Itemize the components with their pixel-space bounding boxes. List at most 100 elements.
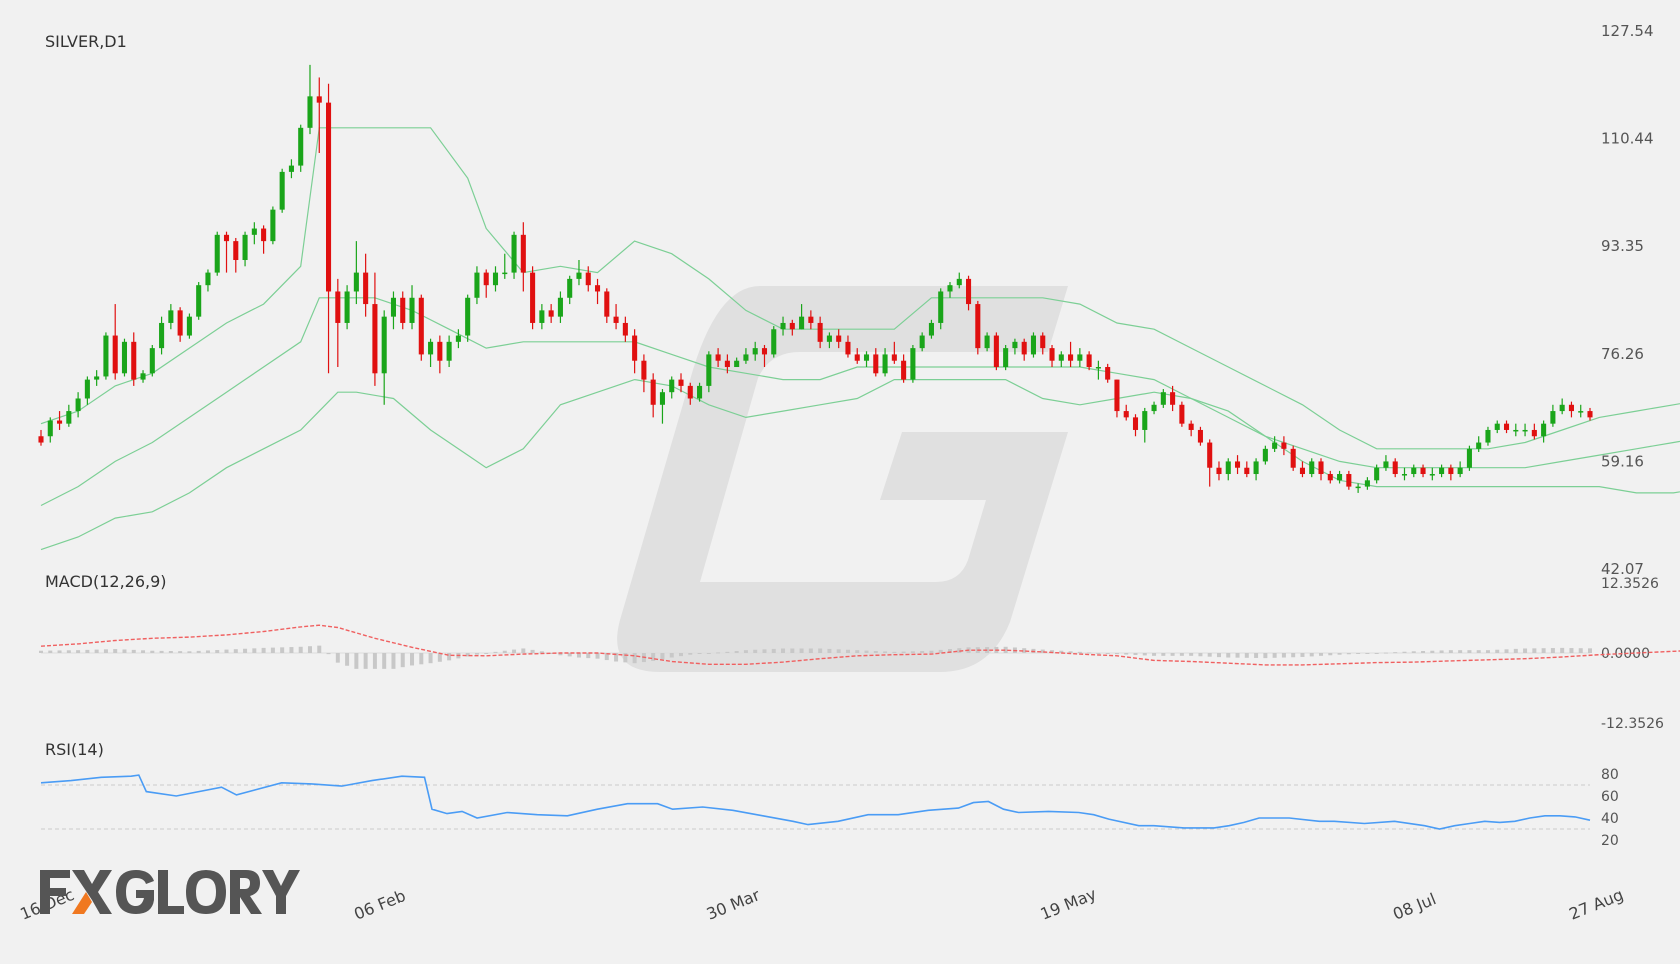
candle-up bbox=[1142, 411, 1148, 430]
macd-bar bbox=[1319, 653, 1324, 656]
candle-down bbox=[326, 102, 332, 292]
macd-bar bbox=[1421, 651, 1426, 653]
candle-down bbox=[1105, 367, 1111, 380]
macd-bar bbox=[159, 650, 164, 653]
candle-down bbox=[1197, 429, 1203, 443]
macd-bar bbox=[512, 649, 517, 653]
chart-root: SILVER,D1 127.54 110.44 93.35 76.26 59.16 42.… bbox=[0, 0, 1680, 960]
macd-bar bbox=[1309, 653, 1314, 657]
macd-bar bbox=[243, 648, 248, 653]
macd-bar bbox=[530, 649, 535, 653]
candle-down bbox=[1234, 461, 1241, 468]
macd-bar bbox=[743, 650, 748, 653]
candle-down bbox=[112, 335, 118, 374]
macd-bar bbox=[474, 653, 479, 655]
macd-bar bbox=[39, 650, 43, 653]
macd-bar bbox=[502, 650, 507, 653]
candle-down bbox=[1448, 467, 1454, 475]
candle-down bbox=[1346, 474, 1352, 487]
candle-up bbox=[734, 360, 740, 368]
candle-up bbox=[390, 297, 397, 317]
candle-up bbox=[1225, 461, 1231, 475]
macd-bar bbox=[808, 648, 813, 653]
candle-up bbox=[1337, 474, 1343, 481]
candle-down bbox=[1123, 411, 1129, 418]
price-tick-label: 127.54 bbox=[1601, 22, 1654, 40]
candle-up bbox=[465, 297, 471, 336]
macd-bar bbox=[1550, 648, 1555, 653]
candle-up bbox=[298, 127, 304, 166]
macd-bar bbox=[855, 650, 860, 653]
candle-down bbox=[1290, 448, 1296, 468]
macd-bar bbox=[539, 651, 544, 653]
rsi-series bbox=[40, 774, 1591, 830]
candle-up bbox=[863, 354, 870, 361]
candle-up bbox=[1272, 442, 1278, 449]
watermark-logo bbox=[617, 286, 1068, 672]
candle-down bbox=[530, 272, 536, 323]
macd-bar bbox=[345, 653, 350, 666]
candle-up bbox=[1030, 335, 1037, 355]
candle-down bbox=[363, 272, 369, 305]
macd-bar bbox=[790, 648, 795, 653]
macd-bar bbox=[697, 653, 702, 654]
candle-up bbox=[752, 348, 758, 355]
candle-down bbox=[836, 335, 842, 342]
candle-down bbox=[873, 354, 879, 374]
macd-bar bbox=[317, 645, 322, 653]
macd-bar bbox=[845, 649, 850, 653]
candle-up bbox=[1457, 467, 1463, 475]
macd-bar bbox=[1374, 653, 1379, 654]
date-tick-label: 30 Mar bbox=[704, 885, 763, 924]
candle-up bbox=[1364, 480, 1370, 487]
candle-up bbox=[910, 348, 916, 380]
macd-bar bbox=[1523, 648, 1528, 653]
macd-bar bbox=[122, 649, 127, 653]
macd-bar bbox=[141, 650, 146, 653]
candle-up bbox=[279, 171, 285, 210]
candle-down bbox=[761, 348, 768, 355]
macd-bar bbox=[1068, 651, 1073, 653]
candle-up bbox=[706, 354, 712, 386]
candle-down bbox=[1503, 423, 1510, 430]
candle-up bbox=[492, 272, 499, 286]
candle-up bbox=[428, 341, 434, 355]
macd-bar bbox=[586, 653, 591, 659]
macd-bar bbox=[521, 648, 526, 653]
rsi-tick-label: 80 bbox=[1601, 767, 1619, 783]
candle-down bbox=[548, 310, 554, 317]
candle-up bbox=[1253, 461, 1259, 475]
macd-bar bbox=[400, 653, 405, 668]
macd-bar bbox=[1272, 653, 1277, 658]
macd-bar bbox=[1356, 653, 1361, 654]
macd-bar bbox=[734, 651, 739, 653]
candle-up bbox=[1559, 404, 1565, 412]
macd-bar bbox=[1254, 653, 1259, 658]
rsi-pane: RSI(14) 80 60 40 20 bbox=[40, 740, 1619, 849]
candle-up bbox=[1550, 411, 1556, 424]
candle-up bbox=[984, 335, 990, 349]
macd-bar bbox=[252, 648, 257, 653]
candle-up bbox=[799, 316, 805, 330]
candle-up bbox=[288, 165, 294, 172]
macd-bar bbox=[103, 649, 108, 653]
date-tick-label: 27 Aug bbox=[1566, 885, 1626, 924]
macd-bar bbox=[150, 650, 155, 653]
candle-up bbox=[94, 376, 100, 380]
candle-up bbox=[1522, 429, 1528, 432]
candle-up bbox=[1012, 341, 1018, 349]
macd-bar bbox=[1133, 653, 1138, 655]
macd-bar bbox=[920, 651, 925, 653]
macd-bar bbox=[1170, 653, 1175, 656]
candle-down bbox=[993, 335, 999, 368]
candle-up bbox=[1383, 461, 1389, 468]
candle-down bbox=[594, 285, 601, 292]
macd-bar bbox=[1142, 653, 1147, 656]
macd-bar bbox=[1161, 653, 1166, 656]
macd-bar bbox=[716, 652, 721, 654]
candle-up bbox=[75, 398, 81, 412]
macd-bar bbox=[1152, 653, 1157, 656]
macd-bar bbox=[233, 649, 238, 653]
macd-bar bbox=[781, 648, 786, 653]
macd-bar bbox=[827, 648, 832, 653]
